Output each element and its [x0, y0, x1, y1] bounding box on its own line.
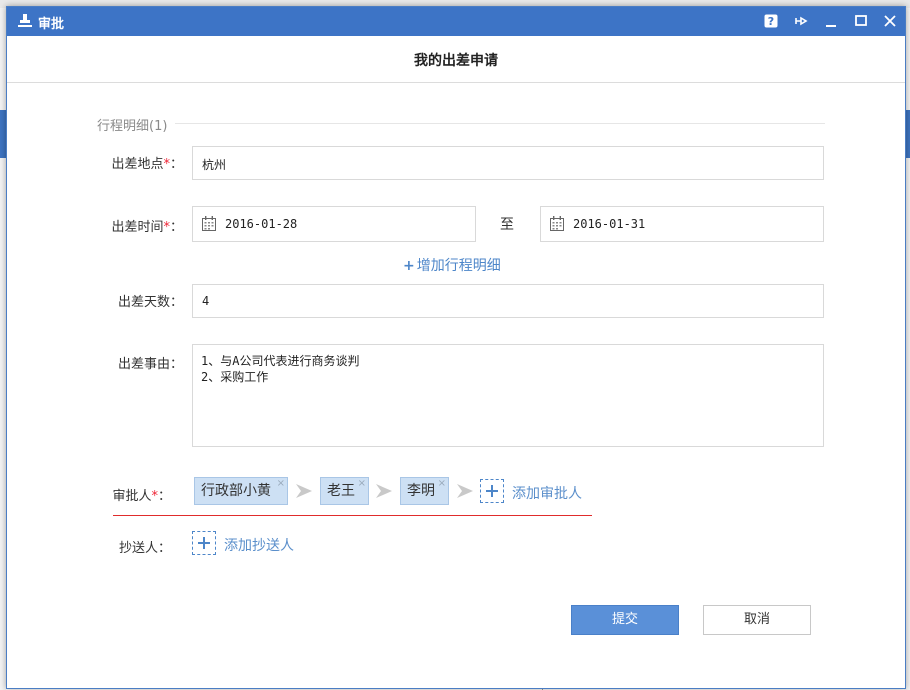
pin-icon	[795, 16, 808, 26]
location-label: 出差地点*：	[99, 153, 183, 172]
days-label: 出差天数：	[99, 291, 183, 310]
reason-label: 出差事由：	[99, 353, 183, 372]
help-icon: ?	[764, 14, 778, 28]
label-colon: ：	[169, 357, 183, 372]
start-date-value: 2016-01-28	[225, 217, 298, 231]
approver-chip[interactable]: 老王 ×	[320, 477, 369, 505]
approvers-label: 审批人*：	[87, 485, 171, 504]
label-colon: ：	[169, 295, 183, 310]
reason-label-text: 出差事由	[117, 357, 170, 372]
add-itinerary-label: 增加行程明细	[416, 258, 501, 274]
date-range-separator: 至	[500, 217, 514, 233]
dialog-header: 我的出差申请	[7, 36, 905, 83]
dialog-title: 审批	[38, 17, 65, 32]
minimize-icon	[826, 25, 836, 27]
cc-label: 抄送人：	[87, 537, 171, 556]
submit-button[interactable]: 提交	[571, 605, 679, 635]
time-label-text: 出差时间	[111, 220, 164, 235]
location-input[interactable]: 杭州	[192, 146, 824, 180]
end-date-value: 2016-01-31	[573, 217, 646, 231]
svg-text:?: ?	[768, 15, 774, 28]
remove-approver-icon[interactable]: ×	[358, 471, 366, 497]
label-colon: ：	[169, 220, 183, 235]
plus-icon: +	[403, 258, 415, 274]
close-button[interactable]	[881, 12, 899, 30]
add-cc-link[interactable]: 添加抄送人	[224, 535, 294, 555]
dialog-titlebar: 审批 ?	[7, 7, 905, 36]
approver-name: 李明	[407, 483, 435, 499]
approver-name: 老王	[327, 483, 355, 499]
days-label-text: 出差天数	[117, 295, 170, 310]
validation-underline	[113, 515, 592, 516]
start-date-input[interactable]: 2016-01-28	[192, 206, 476, 242]
calendar-icon	[202, 216, 216, 231]
label-colon: ：	[157, 541, 171, 556]
add-itinerary-link[interactable]: + 增加行程明细	[403, 255, 501, 275]
remove-approver-icon[interactable]: ×	[277, 471, 285, 497]
approvers-label-text: 审批人	[112, 489, 152, 504]
dialog-heading: 我的出差申请	[414, 53, 498, 69]
arrow-right-icon	[457, 484, 473, 498]
add-approver-button[interactable]	[480, 479, 504, 503]
approver-chip[interactable]: 李明 ×	[400, 477, 449, 505]
label-colon: ：	[157, 489, 171, 504]
remove-approver-icon[interactable]: ×	[438, 471, 446, 497]
close-icon	[884, 15, 896, 27]
maximize-icon	[855, 15, 867, 26]
help-button[interactable]: ?	[762, 12, 780, 30]
approver-chip[interactable]: 行政部小黄 ×	[194, 477, 288, 505]
location-value: 杭州	[202, 158, 227, 172]
add-cc-button[interactable]	[192, 531, 216, 555]
days-input[interactable]: 4	[192, 284, 824, 318]
add-approver-link[interactable]: 添加审批人	[512, 483, 582, 503]
stamp-icon	[18, 14, 32, 27]
arrow-right-icon	[376, 484, 392, 498]
location-label-text: 出差地点	[111, 157, 164, 172]
label-colon: ：	[169, 157, 183, 172]
reason-textarea[interactable]: 1、与A公司代表进行商务谈判 2、采购工作	[192, 344, 824, 447]
end-date-input[interactable]: 2016-01-31	[540, 206, 824, 242]
cancel-button[interactable]: 取消	[703, 605, 811, 635]
arrow-right-icon	[296, 484, 312, 498]
itinerary-section-title: 行程明细(1)	[97, 119, 168, 134]
maximize-button[interactable]	[852, 12, 870, 30]
cc-label-text: 抄送人	[118, 541, 158, 556]
minimize-button[interactable]	[822, 12, 840, 30]
time-label: 出差时间*：	[99, 216, 183, 235]
approver-name: 行政部小黄	[201, 483, 271, 499]
section-divider	[175, 123, 825, 124]
days-value: 4	[202, 294, 210, 308]
approval-dialog: 审批 ? 我的出差申请 行程明细(1) 出差地点*： 杭州 出差时间*： 201…	[6, 6, 906, 689]
calendar-icon	[550, 216, 564, 231]
pin-button[interactable]	[792, 12, 810, 30]
